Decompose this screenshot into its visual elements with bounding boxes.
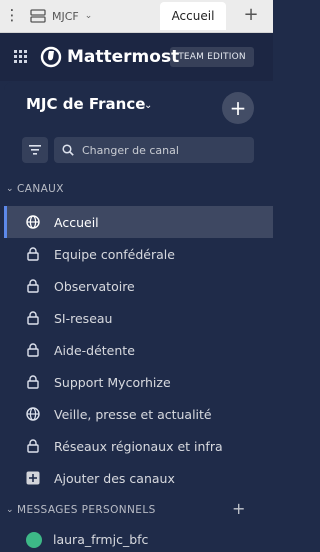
channel-item-si-reseau[interactable]: SI-reseau	[4, 302, 273, 334]
channel-item-aide-detente[interactable]: Aide-détente	[4, 334, 273, 366]
avatar	[26, 532, 42, 548]
tab-accueil[interactable]: Accueil	[160, 2, 226, 30]
team-name-button[interactable]: MJC de France	[26, 95, 145, 113]
filter-icon	[29, 145, 41, 155]
server-label: MJCF	[52, 9, 79, 23]
add-button[interactable]: +	[222, 92, 254, 124]
server-selector[interactable]: MJCF ⌄	[30, 5, 92, 27]
channel-item-support-mycorhize[interactable]: Support Mycorhize	[4, 366, 273, 398]
filter-button[interactable]	[22, 137, 48, 163]
channel-item-equipe-confederale[interactable]: Equipe confédérale	[4, 238, 273, 270]
lock-icon	[25, 438, 41, 454]
mattermost-logo-icon	[40, 46, 62, 68]
channel-label: Equipe confédérale	[54, 246, 175, 262]
lock-icon	[25, 342, 41, 358]
search-icon	[62, 144, 74, 156]
channel-label: Accueil	[54, 214, 99, 230]
channel-label: Observatoire	[54, 278, 135, 294]
search-placeholder: Changer de canal	[82, 143, 179, 157]
channels-section-header[interactable]: ⌄ CANAUX	[0, 180, 273, 198]
lock-icon	[25, 374, 41, 390]
channel-label: SI-reseau	[54, 310, 113, 326]
globe-icon	[25, 214, 41, 230]
channel-label: Aide-détente	[54, 342, 135, 358]
chevron-down-icon: ⌄	[6, 184, 14, 194]
chevron-down-icon: ⌄	[84, 11, 93, 21]
section-title: MESSAGES PERSONNELS	[17, 504, 156, 516]
product-menu-grid-icon[interactable]	[14, 50, 28, 64]
chevron-down-icon[interactable]: ⌄	[144, 100, 152, 111]
channel-item-accueil[interactable]: Accueil	[4, 206, 273, 238]
channel-item-observatoire[interactable]: Observatoire	[4, 270, 273, 302]
plus-box-icon	[25, 470, 41, 486]
tab-strip: ⋮ MJCF ⌄ Accueil +	[0, 0, 273, 33]
channel-label: Veille, presse et actualité	[54, 406, 212, 422]
lock-icon	[25, 310, 41, 326]
channel-label: Ajouter des canaux	[54, 470, 175, 486]
add-channels-button[interactable]: Ajouter des canaux	[4, 462, 273, 494]
brand-logo: Mattermost	[40, 44, 179, 70]
channel-label: Support Mycorhize	[54, 374, 171, 390]
chevron-down-icon: ⌄	[6, 505, 14, 515]
direct-messages-section-header[interactable]: ⌄ MESSAGES PERSONNELS +	[0, 499, 273, 519]
lock-icon	[25, 246, 41, 262]
lock-icon	[25, 278, 41, 294]
channel-item-reseaux-regionaux[interactable]: Réseaux régionaux et infra	[4, 430, 273, 462]
brand-name: Mattermost	[67, 47, 180, 67]
section-title: CANAUX	[17, 183, 64, 195]
direct-message-item[interactable]: laura_frmjc_bfc	[53, 532, 148, 547]
channel-label: Réseaux régionaux et infra	[54, 438, 223, 454]
vertical-dots-icon[interactable]: ⋮	[4, 5, 20, 25]
plus-icon[interactable]: +	[240, 4, 262, 26]
channel-switcher-input[interactable]: Changer de canal	[54, 137, 254, 163]
server-icon	[30, 9, 46, 23]
channel-item-veille[interactable]: Veille, presse et actualité	[4, 398, 273, 430]
globe-icon	[25, 406, 41, 422]
add-direct-message-icon[interactable]: +	[232, 499, 246, 518]
edition-badge: TEAM EDITION	[170, 47, 254, 67]
